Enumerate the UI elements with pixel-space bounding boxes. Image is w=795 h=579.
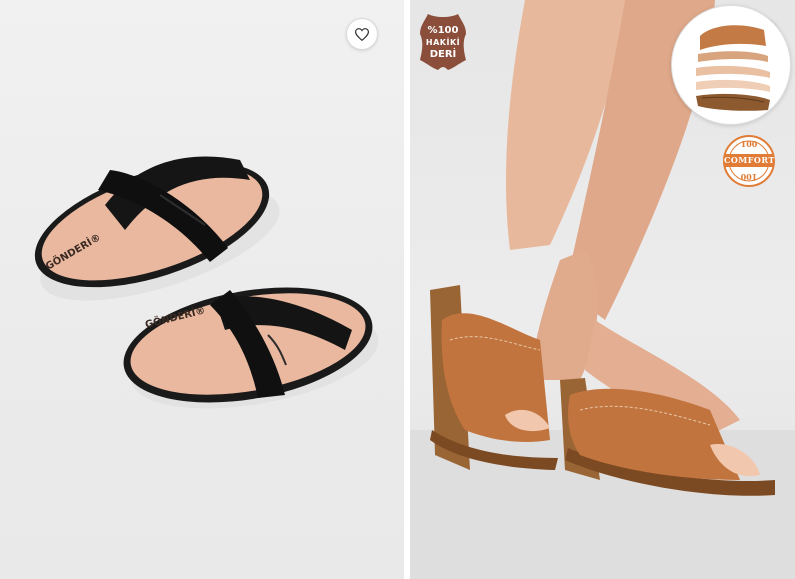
- comfort-number-top: 100: [740, 139, 758, 149]
- sole-layers-inset: [671, 5, 791, 125]
- comfort-number-bottom: 100: [740, 172, 758, 182]
- leather-badge-line2: HAKİKİ: [425, 38, 461, 47]
- sole-layers-illustration: [696, 25, 770, 111]
- product-image-black-sandals[interactable]: GÖNDERİ® GÖNDERİ®: [0, 0, 404, 579]
- comfort-label: COMFORT: [724, 154, 775, 167]
- product-card-left[interactable]: GÖNDERİ® GÖNDERİ®: [0, 0, 404, 579]
- genuine-leather-badge: %100 HAKİKİ DERİ: [418, 12, 468, 72]
- heart-icon: [355, 27, 369, 41]
- leather-badge-line1: %100: [427, 25, 459, 36]
- comfort-badge: 100 COMFORT 100: [722, 134, 776, 188]
- favorite-button[interactable]: [346, 18, 378, 50]
- leather-badge-line3: DERİ: [429, 49, 457, 60]
